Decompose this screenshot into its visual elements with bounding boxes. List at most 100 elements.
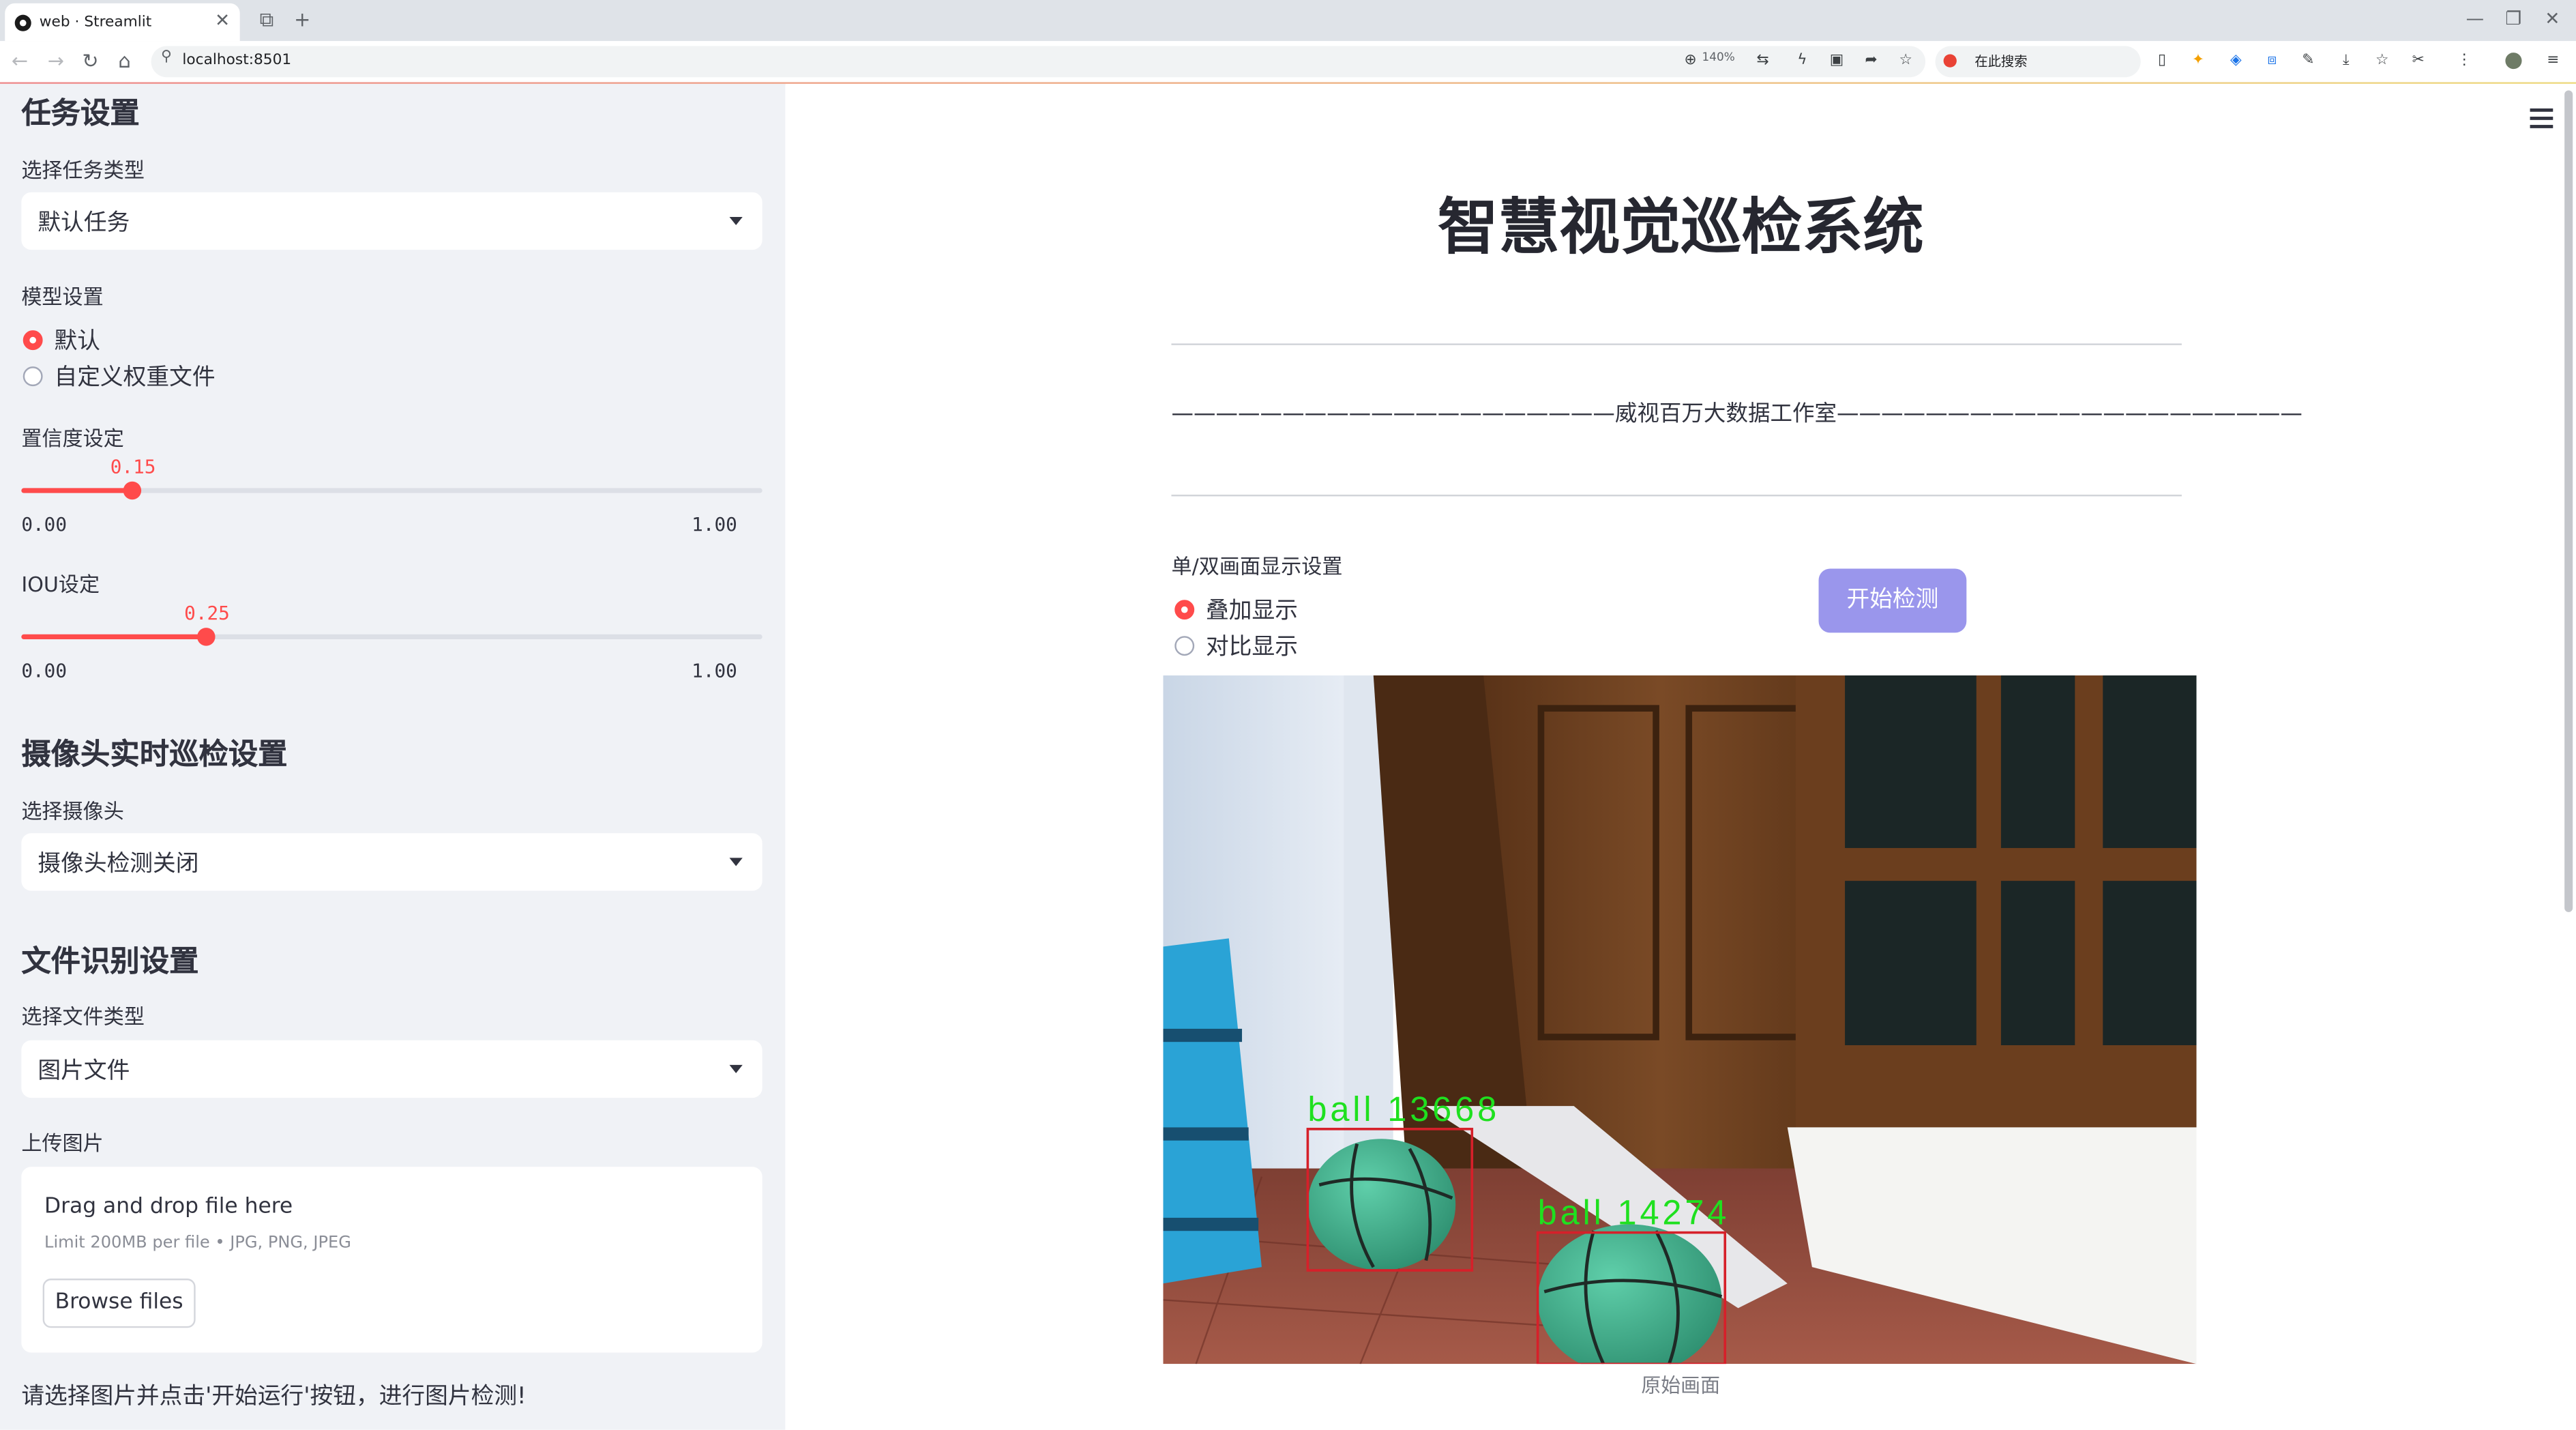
- search-placeholder: 在此搜索: [1974, 54, 2028, 70]
- task-type-label: 选择任务类型: [21, 158, 145, 183]
- back-icon[interactable]: ←: [12, 48, 28, 74]
- extension-icon[interactable]: ◈: [2227, 53, 2244, 69]
- confidence-min: 0.00: [21, 512, 68, 536]
- chevron-down-icon: [729, 858, 743, 866]
- phone-icon[interactable]: ▯: [2154, 53, 2170, 69]
- display-mode-label: 单/双画面显示设置: [1171, 553, 1343, 579]
- file-section-title: 文件识别设置: [21, 945, 199, 980]
- browser-tab-bar: web · Streamlit ✕ ⧉ + — ❐ ✕: [0, 0, 2576, 42]
- divider: [1171, 495, 2182, 497]
- new-tab-icon[interactable]: +: [294, 8, 310, 31]
- streamlit-favicon-icon: [14, 14, 31, 31]
- file-uploader[interactable]: Drag and drop file here Limit 200MB per …: [21, 1167, 763, 1353]
- divider: [1171, 343, 2182, 345]
- chevron-down-icon: [729, 1064, 743, 1073]
- model-option-default[interactable]: 默认: [23, 324, 100, 357]
- page-title: 智慧视觉巡检系统: [1437, 192, 1924, 263]
- detection-scene-graphic: ball 13668 ball 14274: [1163, 675, 2197, 1365]
- iou-slider-fill: [21, 634, 207, 640]
- translate-icon[interactable]: ⇆: [1755, 53, 1771, 69]
- radio-unselected-icon[interactable]: [23, 366, 43, 387]
- model-option-label: 自定义权重文件: [54, 364, 216, 392]
- site-info-icon[interactable]: ⚲: [161, 49, 172, 65]
- forward-icon[interactable]: →: [48, 48, 64, 74]
- iou-max: 1.00: [692, 658, 737, 682]
- detection-label-1: ball 13668: [1307, 1090, 1500, 1128]
- display-option-overlay[interactable]: 叠加显示: [1174, 594, 1298, 626]
- task-type-value: 默认任务: [38, 210, 130, 237]
- home-icon[interactable]: ⌂: [118, 48, 130, 74]
- search-engine-icon: [1943, 54, 1957, 68]
- radio-unselected-icon[interactable]: [1174, 636, 1195, 656]
- iou-label: IOU设定: [21, 572, 100, 597]
- download-icon[interactable]: ⤓: [2338, 53, 2354, 69]
- upload-label: 上传图片: [21, 1130, 104, 1156]
- browser-menu-icon[interactable]: ≡: [2545, 53, 2561, 69]
- camera-section-title: 摄像头实时巡检设置: [21, 738, 288, 773]
- chevron-down-icon: [729, 216, 743, 226]
- camera-value: 摄像头检测关闭: [38, 851, 199, 878]
- studio-line: ————————————————————威视百万大数据工作室——————————…: [1171, 400, 2303, 428]
- hamburger-menu-icon[interactable]: [2530, 108, 2553, 128]
- url-text: localhost:8501: [182, 53, 292, 70]
- model-option-custom[interactable]: 自定义权重文件: [23, 360, 216, 393]
- iou-slider-thumb[interactable]: [197, 628, 216, 646]
- file-type-value: 图片文件: [38, 1058, 130, 1085]
- model-label: 模型设置: [21, 284, 104, 309]
- confidence-slider[interactable]: [21, 481, 763, 500]
- image-caption: 原始画面: [1641, 1373, 1721, 1397]
- draw-extension-icon[interactable]: ✎: [2300, 53, 2316, 69]
- favorite-star-icon[interactable]: ☆: [1897, 53, 1914, 69]
- radio-selected-icon[interactable]: [1174, 600, 1195, 620]
- task-type-select[interactable]: 默认任务: [21, 192, 763, 250]
- detection-label-2: ball 14274: [1538, 1193, 1730, 1232]
- more-menu-icon[interactable]: ⋮: [2456, 53, 2472, 69]
- display-option-label: 对比显示: [1206, 634, 1298, 661]
- task-section-title: 任务设置: [21, 97, 140, 132]
- upload-hint: 请选择图片并点击'开始运行'按钮，进行图片检测!: [21, 1384, 527, 1410]
- zoom-icon[interactable]: ⊕: [1683, 53, 1699, 69]
- confidence-slider-fill: [21, 488, 133, 493]
- reload-icon[interactable]: ↻: [82, 48, 98, 74]
- translate-extension-icon[interactable]: ⧈: [2264, 53, 2280, 69]
- upload-limit-text: Limit 200MB per file • JPG, PNG, JPEG: [44, 1234, 351, 1253]
- upload-drag-text: Drag and drop file here: [44, 1195, 293, 1220]
- radio-selected-icon[interactable]: [23, 330, 43, 351]
- restore-icon[interactable]: ❐: [2505, 8, 2521, 31]
- detection-image: ball 13668 ball 14274: [1163, 675, 2197, 1365]
- bookmarks-icon[interactable]: ☆: [2374, 53, 2390, 69]
- ai-assistant-icon[interactable]: ✦: [2190, 53, 2206, 69]
- confidence-value: 0.15: [110, 455, 156, 478]
- confidence-label: 置信度设定: [21, 425, 124, 451]
- sidebar: 任务设置 选择任务类型 默认任务 模型设置 默认 自定义权重文件 置信度设定 0…: [0, 83, 786, 1430]
- file-type-label: 选择文件类型: [21, 1004, 145, 1029]
- camera-label: 选择摄像头: [21, 798, 124, 823]
- close-window-icon[interactable]: ✕: [2545, 8, 2560, 31]
- screenshot-icon[interactable]: ▣: [1829, 53, 1845, 69]
- cut-icon[interactable]: ✂: [2410, 53, 2427, 69]
- start-detection-button[interactable]: 开始检测: [1818, 568, 1967, 633]
- profile-avatar[interactable]: [2505, 53, 2522, 70]
- search-box[interactable]: 在此搜索: [1935, 46, 2141, 78]
- iou-min: 0.00: [21, 658, 68, 682]
- display-option-label: 叠加显示: [1206, 598, 1298, 625]
- tab-title: web · Streamlit: [39, 14, 152, 31]
- iou-value: 0.25: [184, 601, 230, 625]
- iou-slider[interactable]: [21, 628, 763, 646]
- browse-files-button[interactable]: Browse files: [42, 1279, 196, 1328]
- display-option-compare[interactable]: 对比显示: [1174, 630, 1298, 662]
- browser-tab[interactable]: web · Streamlit ✕: [5, 3, 240, 42]
- share-icon[interactable]: ➦: [1863, 53, 1880, 69]
- address-field[interactable]: ⚲ localhost:8501: [151, 46, 1926, 78]
- minimize-icon[interactable]: —: [2466, 8, 2484, 31]
- zoom-level: 140%: [1702, 50, 1735, 64]
- lightning-icon[interactable]: ϟ: [1794, 53, 1810, 69]
- close-tab-icon[interactable]: ✕: [215, 10, 230, 31]
- confidence-slider-thumb[interactable]: [123, 481, 142, 500]
- model-option-label: 默认: [54, 328, 100, 355]
- main-content: 智慧视觉巡检系统 ————————————————————威视百万大数据工作室—…: [785, 83, 2576, 1430]
- tab-groups-icon[interactable]: ⧉: [260, 8, 274, 31]
- confidence-max: 1.00: [692, 512, 737, 536]
- file-type-select[interactable]: 图片文件: [21, 1040, 763, 1098]
- camera-select[interactable]: 摄像头检测关闭: [21, 833, 763, 891]
